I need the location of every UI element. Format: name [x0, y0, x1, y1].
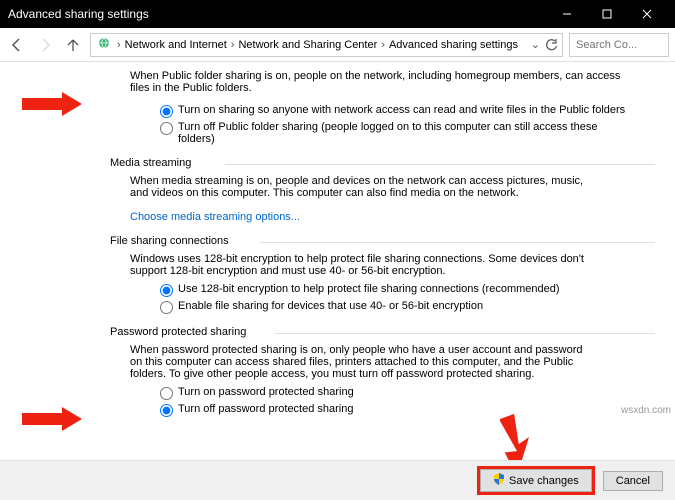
maximize-button[interactable] — [587, 0, 627, 28]
breadcrumb[interactable]: › Network and Internet › Network and Sha… — [90, 33, 563, 57]
file-sharing-body: Windows uses 128-bit encryption to help … — [130, 253, 595, 277]
annotation-arrow — [22, 92, 82, 116]
button-label: Save changes — [509, 475, 579, 487]
radio-turn-on-public-sharing[interactable]: Turn on sharing so anyone with network a… — [160, 104, 635, 118]
radio-input[interactable] — [160, 404, 173, 417]
minimize-button[interactable] — [547, 0, 587, 28]
button-label: Cancel — [616, 475, 650, 487]
radio-input[interactable] — [160, 105, 173, 118]
crumb-network-internet[interactable]: Network and Internet — [125, 39, 227, 51]
radio-40-56-bit[interactable]: Enable file sharing for devices that use… — [160, 300, 635, 314]
watermark: wsxdn.com — [621, 405, 671, 416]
radio-label: Turn on sharing so anyone with network a… — [178, 104, 635, 116]
public-folder-intro: When Public folder sharing is on, people… — [130, 70, 635, 94]
chevron-down-icon[interactable]: ⌄ — [531, 38, 540, 51]
chevron-right-icon: › — [115, 39, 123, 51]
file-sharing-radio-group: Use 128-bit encryption to help protect f… — [160, 283, 635, 314]
annotation-highlight: Save changes — [477, 466, 595, 495]
cancel-button[interactable]: Cancel — [603, 471, 663, 491]
radio-turn-off-public-sharing[interactable]: Turn off Public folder sharing (people l… — [160, 121, 635, 145]
radio-input[interactable] — [160, 301, 173, 314]
radio-turn-off-password[interactable]: Turn off password protected sharing — [160, 403, 635, 417]
public-folder-radio-group: Turn on sharing so anyone with network a… — [160, 104, 635, 145]
section-password-sharing: Password protected sharing — [110, 322, 635, 340]
radio-turn-on-password[interactable]: Turn on password protected sharing — [160, 386, 635, 400]
radio-input[interactable] — [160, 284, 173, 297]
crumb-advanced-sharing[interactable]: Advanced sharing settings — [389, 39, 518, 51]
radio-input[interactable] — [160, 387, 173, 400]
annotation-arrow — [22, 407, 82, 431]
section-file-sharing: File sharing connections — [110, 231, 635, 249]
radio-label: Turn on password protected sharing — [178, 386, 635, 398]
toolbar: › Network and Internet › Network and Sha… — [0, 28, 675, 62]
footer: Save changes Cancel — [0, 460, 675, 500]
shield-icon — [493, 473, 505, 488]
forward-button[interactable] — [34, 34, 56, 56]
radio-128-bit[interactable]: Use 128-bit encryption to help protect f… — [160, 283, 635, 297]
back-button[interactable] — [6, 34, 28, 56]
titlebar: Advanced sharing settings — [0, 0, 675, 28]
password-radio-group: Turn on password protected sharing Turn … — [160, 386, 635, 417]
radio-label: Turn off Public folder sharing (people l… — [178, 121, 635, 145]
radio-label: Use 128-bit encryption to help protect f… — [178, 283, 635, 295]
radio-label: Enable file sharing for devices that use… — [178, 300, 635, 312]
password-sharing-body: When password protected sharing is on, o… — [130, 344, 595, 380]
chevron-right-icon: › — [229, 39, 237, 51]
refresh-icon[interactable] — [544, 38, 558, 52]
media-streaming-body: When media streaming is on, people and d… — [130, 175, 595, 199]
close-button[interactable] — [627, 0, 667, 28]
search-input[interactable] — [569, 33, 669, 57]
content-area: When Public folder sharing is on, people… — [0, 62, 675, 460]
section-media-streaming: Media streaming — [110, 153, 635, 171]
search-field[interactable] — [576, 39, 662, 51]
media-streaming-link[interactable]: Choose media streaming options... — [130, 211, 300, 223]
radio-label: Turn off password protected sharing — [178, 403, 635, 415]
radio-input[interactable] — [160, 122, 173, 135]
save-changes-button[interactable]: Save changes — [480, 469, 592, 492]
crumb-sharing-center[interactable]: Network and Sharing Center — [238, 39, 377, 51]
network-icon — [97, 36, 111, 53]
window-title: Advanced sharing settings — [8, 7, 547, 21]
up-button[interactable] — [62, 34, 84, 56]
chevron-right-icon: › — [379, 39, 387, 51]
